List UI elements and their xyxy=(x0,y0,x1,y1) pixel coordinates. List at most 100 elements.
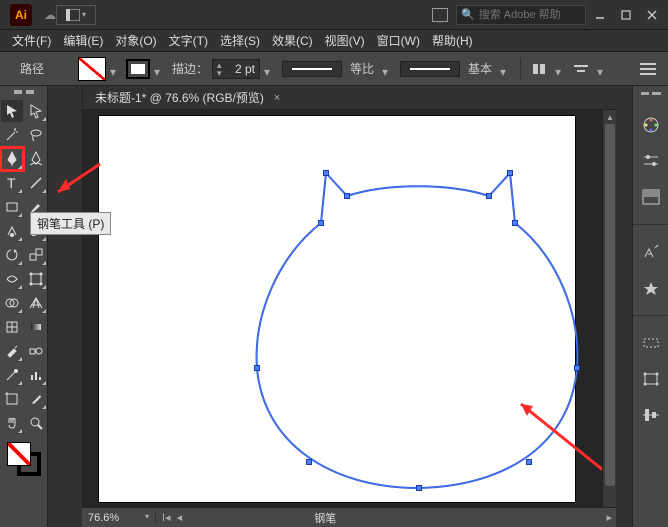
pen-tool[interactable] xyxy=(1,148,23,170)
tool-panel: T xyxy=(0,86,48,527)
status-bar: 76.6% ▾ I◂ ◂ 钢笔 ▸ xyxy=(82,507,616,527)
direct-selection-tool[interactable] xyxy=(25,100,47,122)
menu-window[interactable]: 窗口(W) xyxy=(371,32,426,49)
artboard[interactable] xyxy=(99,116,575,502)
blend-tool[interactable] xyxy=(25,340,47,362)
curvature-tool[interactable] xyxy=(25,148,47,170)
properties-panel-icon[interactable] xyxy=(640,150,662,172)
brush-dropdown-icon[interactable]: ▾ xyxy=(500,65,510,73)
hand-tool[interactable] xyxy=(1,412,23,434)
swatches-panel-icon[interactable] xyxy=(640,186,662,208)
width-tool[interactable] xyxy=(1,268,23,290)
selection-tool[interactable] xyxy=(1,100,23,122)
shaper-tool[interactable] xyxy=(1,220,23,242)
perspective-grid-tool[interactable] xyxy=(25,292,47,314)
menu-bar: 文件(F) 编辑(E) 对象(O) 文字(T) 选择(S) 效果(C) 视图(V… xyxy=(0,30,668,52)
tool-panel-grip[interactable] xyxy=(14,90,34,98)
minimize-button[interactable] xyxy=(588,5,612,25)
svg-text:T: T xyxy=(7,175,16,191)
width-profile-label: 等比 xyxy=(350,60,374,77)
zoom-level[interactable]: 76.6% ▾ xyxy=(82,512,156,524)
app-logo: Ai xyxy=(10,4,32,26)
workspace-switcher[interactable]: ▾ xyxy=(56,5,96,25)
align-icon[interactable] xyxy=(573,62,589,76)
opacity-icon[interactable] xyxy=(531,62,547,76)
menu-view[interactable]: 视图(V) xyxy=(319,32,371,49)
stroke-weight-dropdown-icon[interactable]: ▾ xyxy=(264,65,274,73)
lasso-tool[interactable] xyxy=(25,124,47,146)
control-bar: 路径 ▾ ▾ 描边： ▴▾ 2 pt ▾ 等比 ▾ 基本 ▾ ▾ ▾ xyxy=(0,52,668,86)
menu-help[interactable]: 帮助(H) xyxy=(426,32,479,49)
artboard-tool[interactable] xyxy=(1,388,23,410)
control-menu-icon[interactable] xyxy=(640,63,656,75)
current-tool-label: 钢笔 xyxy=(314,510,336,526)
column-graph-tool[interactable] xyxy=(25,364,47,386)
help-search[interactable]: 🔍 xyxy=(456,5,586,25)
search-input[interactable] xyxy=(479,9,579,21)
width-profile[interactable] xyxy=(282,61,342,77)
align-panel-icon[interactable] xyxy=(640,404,662,426)
slice-tool[interactable] xyxy=(25,388,47,410)
document-tab[interactable]: 未标题-1* @ 76.6% (RGB/预览) × xyxy=(87,87,288,109)
rotate-tool[interactable] xyxy=(1,244,23,266)
right-panel-dock xyxy=(632,86,668,527)
pen-tool-tooltip: 钢笔工具 (P) xyxy=(30,212,111,235)
rectangle-tool[interactable] xyxy=(1,196,23,218)
symbols-panel-icon[interactable] xyxy=(640,277,662,299)
stroke-panel-icon[interactable] xyxy=(640,332,662,354)
vertical-scrollbar[interactable]: ▲ ▼ xyxy=(602,110,616,527)
panel-grip[interactable] xyxy=(641,92,661,100)
free-transform-tool[interactable] xyxy=(25,268,47,290)
type-tool[interactable]: T xyxy=(1,172,23,194)
brushes-panel-icon[interactable] xyxy=(640,241,662,263)
fill-dropdown-icon[interactable]: ▾ xyxy=(110,65,120,73)
width-profile-dropdown-icon[interactable]: ▾ xyxy=(382,65,392,73)
menu-object[interactable]: 对象(O) xyxy=(109,32,162,49)
menu-select[interactable]: 选择(S) xyxy=(214,32,266,49)
brush-definition-label: 基本 xyxy=(468,60,492,77)
menu-effect[interactable]: 效果(C) xyxy=(266,32,319,49)
arrange-documents-icon[interactable] xyxy=(432,8,448,22)
search-icon: 🔍 xyxy=(461,8,475,21)
fill-indicator[interactable] xyxy=(7,442,31,466)
scroll-right-icon[interactable]: ▸ xyxy=(602,511,616,524)
menu-file[interactable]: 文件(F) xyxy=(6,32,57,49)
path-shape[interactable] xyxy=(99,116,575,502)
maximize-button[interactable] xyxy=(614,5,638,25)
stroke-swatch[interactable] xyxy=(126,59,150,79)
stroke-weight-input[interactable]: ▴▾ 2 pt xyxy=(212,59,260,79)
cloud-icon[interactable]: ☁ xyxy=(44,8,56,22)
fill-stroke-indicator[interactable] xyxy=(7,442,41,476)
opacity-dropdown[interactable]: ▾ xyxy=(555,65,565,73)
transform-panel-icon[interactable] xyxy=(640,368,662,390)
document-tab-close-icon[interactable]: × xyxy=(274,92,280,104)
canvas[interactable] xyxy=(83,110,602,527)
menu-edit[interactable]: 编辑(E) xyxy=(57,32,109,49)
magic-wand-tool[interactable] xyxy=(1,124,23,146)
scrollbar-thumb[interactable] xyxy=(605,124,615,486)
artboard-navigation[interactable]: I◂ ◂ xyxy=(156,511,188,524)
selection-mode-label: 路径 xyxy=(8,60,78,77)
document-area: 未标题-1* @ 76.6% (RGB/预览) × xyxy=(82,86,616,527)
line-segment-tool[interactable] xyxy=(25,172,47,194)
mesh-tool[interactable] xyxy=(1,316,23,338)
shape-builder-tool[interactable] xyxy=(1,292,23,314)
document-tab-bar: 未标题-1* @ 76.6% (RGB/预览) × xyxy=(83,86,616,110)
first-artboard-icon[interactable]: I◂ xyxy=(162,511,171,524)
eyedropper-tool[interactable] xyxy=(1,340,23,362)
zoom-value: 76.6% xyxy=(88,512,119,524)
menu-type[interactable]: 文字(T) xyxy=(163,32,214,49)
zoom-tool[interactable] xyxy=(25,412,47,434)
main-area: T xyxy=(0,86,668,527)
stroke-dropdown-icon[interactable]: ▾ xyxy=(154,65,164,73)
fill-swatch[interactable] xyxy=(78,57,106,81)
symbol-sprayer-tool[interactable] xyxy=(1,364,23,386)
brush-definition[interactable] xyxy=(400,61,460,77)
close-button[interactable] xyxy=(640,5,664,25)
scale-tool[interactable] xyxy=(25,244,47,266)
scroll-up-icon[interactable]: ▲ xyxy=(605,112,615,122)
prev-artboard-icon[interactable]: ◂ xyxy=(177,511,183,524)
align-dropdown[interactable]: ▾ xyxy=(597,65,607,73)
color-panel-icon[interactable] xyxy=(640,114,662,136)
gradient-tool[interactable] xyxy=(25,316,47,338)
